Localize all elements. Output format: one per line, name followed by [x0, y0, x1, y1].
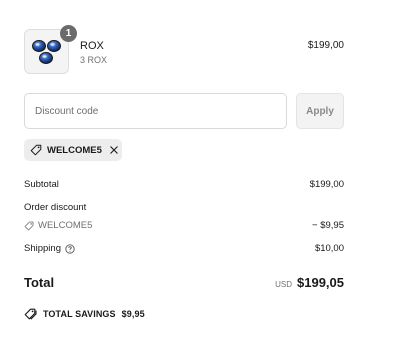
total-savings: TOTAL SAVINGS $9,95 — [24, 308, 145, 320]
total-savings-label: TOTAL SAVINGS — [43, 309, 116, 319]
product-variant: 3 ROX — [80, 55, 108, 65]
line-item: 1 ROX 3 ROX $199,00 — [24, 25, 344, 75]
product-thumbnail: 1 — [24, 25, 77, 74]
shipping-value: $10,00 — [314, 243, 344, 254]
subtotal-row: Subtotal $199,00 — [24, 179, 344, 190]
apply-button[interactable]: Apply — [296, 93, 344, 129]
order-discount-code: WELCOME5 — [38, 220, 93, 231]
discount-code-input[interactable] — [24, 93, 287, 129]
product-price: $199,00 — [307, 40, 344, 51]
shipping-label: Shipping — [24, 243, 61, 254]
total-currency: USD — [275, 280, 292, 289]
total-amount-wrap: USD $199,05 — [275, 275, 344, 290]
order-discount-value: − $9,95 — [312, 220, 344, 231]
order-summary: 1 ROX 3 ROX $199,00 Apply WELCOME5 Subto… — [24, 0, 344, 347]
order-discount-code-wrap: WELCOME5 — [24, 220, 344, 231]
tag-icon — [30, 144, 42, 156]
gem-stones-image — [32, 40, 61, 64]
subtotal-label: Subtotal — [24, 179, 59, 190]
subtotal-value: $199,00 — [309, 179, 344, 190]
quantity-badge: 1 — [60, 25, 77, 42]
order-discount-row: Order discount — [24, 202, 344, 213]
order-discount-detail-row: WELCOME5 − $9,95 — [24, 220, 344, 231]
total-amount: $199,05 — [297, 275, 344, 290]
tags-icon — [24, 308, 37, 320]
applied-discount-code: WELCOME5 — [47, 144, 102, 156]
total-label: Total — [24, 275, 55, 290]
applied-discount-chip: WELCOME5 — [24, 139, 122, 161]
total-savings-amount: $9,95 — [121, 309, 145, 319]
remove-discount-icon[interactable] — [109, 145, 119, 155]
question-circle-icon[interactable] — [65, 243, 75, 254]
order-discount-label: Order discount — [24, 202, 87, 213]
shipping-row: Shipping $10,00 — [24, 243, 344, 254]
tag-icon — [24, 221, 34, 230]
product-name: ROX — [80, 40, 104, 52]
